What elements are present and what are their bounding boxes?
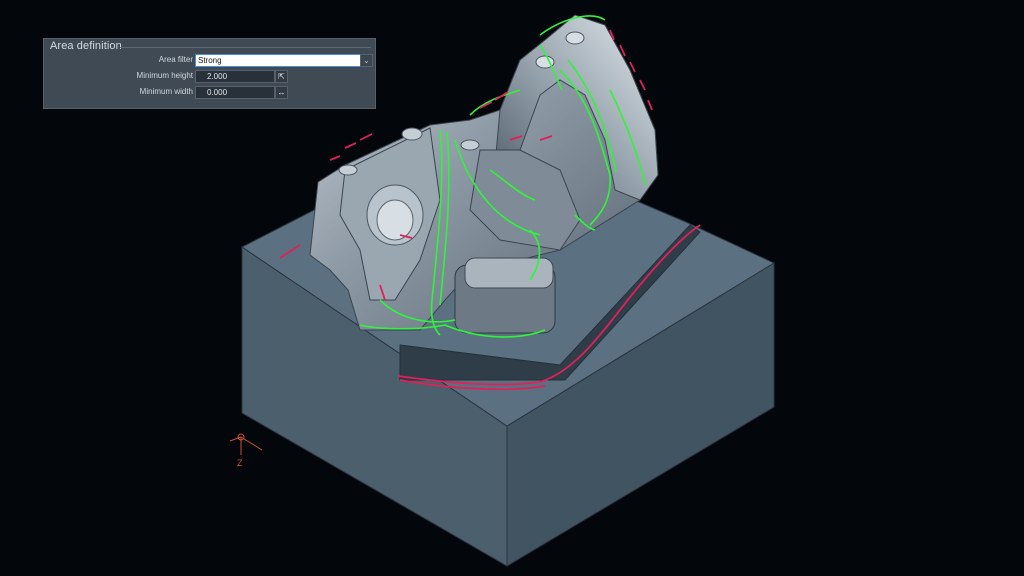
minimum-width-label: Minimum width [139,87,193,96]
axis-label-z: Z [237,458,243,468]
title-divider [120,47,371,48]
axis-triad [229,433,263,455]
minimum-height-label: Minimum height [136,71,193,80]
area-filter-select[interactable]: Strong [195,54,361,67]
area-filter-row: Area filter Strong ⌄ [44,54,377,68]
cursor-pick-icon[interactable]: ⇱ [275,70,288,83]
minimum-height-row: Minimum height 2.000 ⇱ [44,70,377,84]
minimum-width-input[interactable]: 0.000 [195,86,275,99]
area-filter-label: Area filter [158,55,193,64]
chevron-down-icon[interactable]: ⌄ [360,54,373,67]
minimum-height-input[interactable]: 2.000 [195,70,275,83]
panel-title: Area definition [50,40,122,52]
minimum-width-row: Minimum width 0.000 ↔ [44,86,377,100]
measure-width-icon[interactable]: ↔ [275,86,288,99]
area-definition-panel: Area definition Area filter Strong ⌄ Min… [43,38,376,109]
